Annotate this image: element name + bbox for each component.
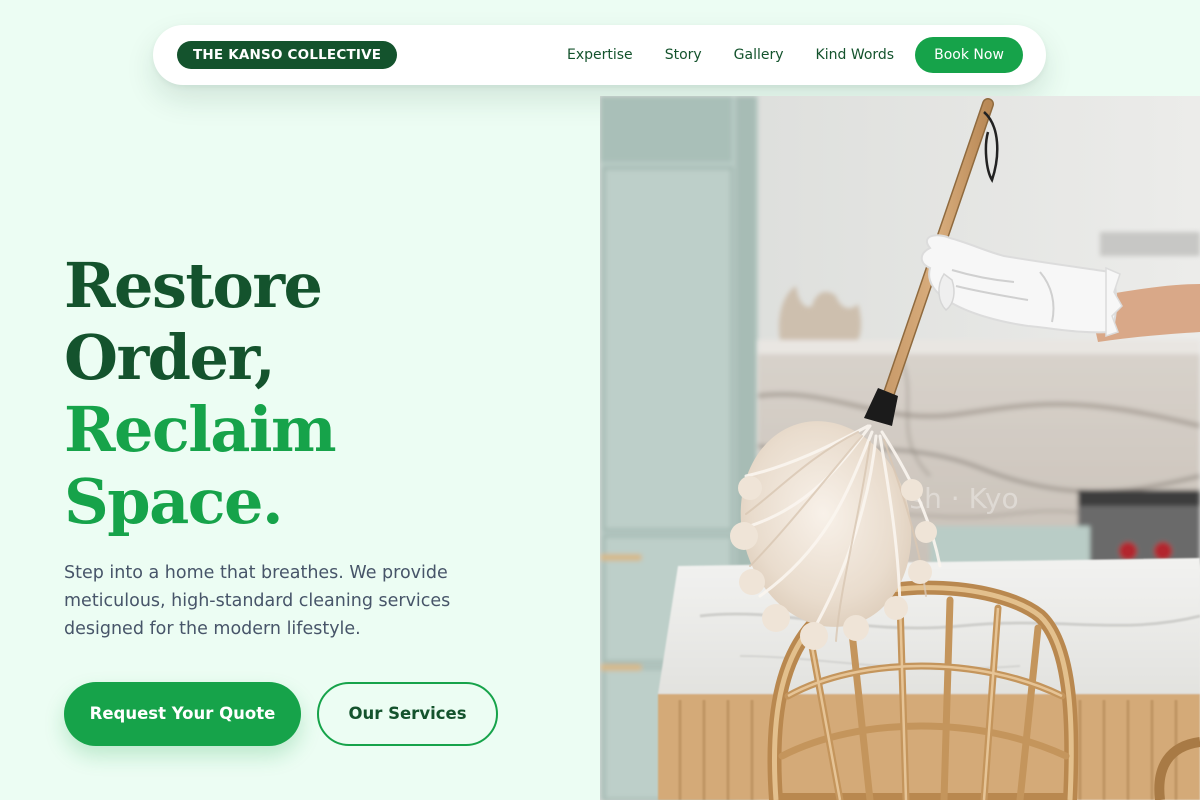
nav-links: Expertise Story Gallery Kind Words: [567, 25, 894, 85]
nav-link-gallery[interactable]: Gallery: [734, 47, 784, 63]
hero-image: Unsplash · Kyo: [600, 96, 1200, 800]
headline-line-restore: Restore: [64, 249, 323, 322]
hero-headline: Restore Order, Reclaim Space.: [64, 249, 337, 538]
hero-subtext: Step into a home that breathes. We provi…: [64, 563, 451, 639]
nav-link-kind-words[interactable]: Kind Words: [816, 47, 895, 63]
feather-duster-photo-icon: Unsplash · Kyo: [600, 96, 1200, 800]
nav-link-story[interactable]: Story: [665, 47, 702, 63]
headline-line-space: Space.: [64, 465, 284, 538]
brand-logo[interactable]: THE KANSO COLLECTIVE: [177, 41, 398, 69]
top-navbar: THE KANSO COLLECTIVE Expertise Story Gal…: [153, 25, 1046, 85]
request-quote-button[interactable]: Request Your Quote: [64, 682, 301, 746]
book-now-button[interactable]: Book Now: [915, 37, 1023, 73]
our-services-button[interactable]: Our Services: [317, 682, 498, 746]
nav-link-expertise[interactable]: Expertise: [567, 47, 633, 63]
headline-line-reclaim: Reclaim: [64, 393, 337, 466]
headline-line-order: Order,: [64, 321, 276, 394]
